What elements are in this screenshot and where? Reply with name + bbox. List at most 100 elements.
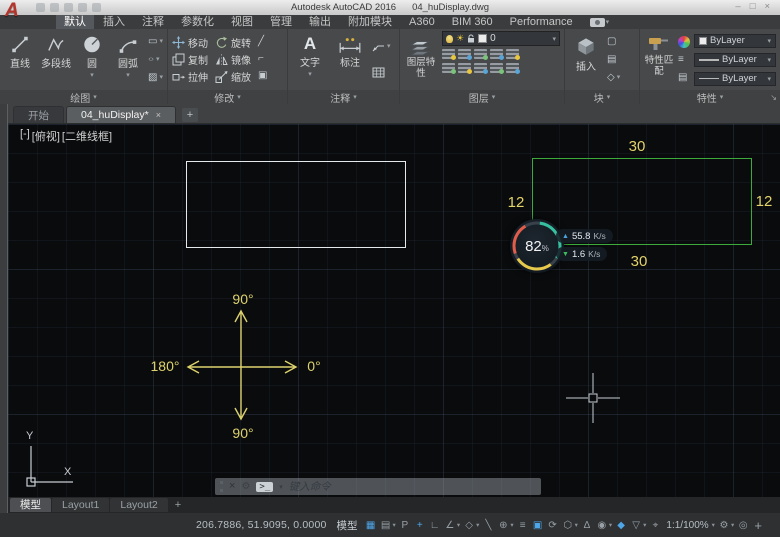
layer-tool-icon[interactable] [458,63,471,73]
file-tab-start[interactable]: 开始 [13,106,64,123]
file-tab-document[interactable]: 04_huDisplay* × [66,106,176,123]
table-icon[interactable] [372,66,391,79]
object-color-select[interactable]: ByLayer ▾ [694,34,776,48]
annotation-scale-button[interactable]: 1:1/100% [666,520,708,531]
angle-direction-cross[interactable] [170,300,315,435]
erase-icon[interactable]: ╱ [258,35,267,48]
tool-circle[interactable]: 圆 ▾ [76,31,108,88]
quick-access-toolbar[interactable] [36,3,101,12]
viewport-control-minus[interactable]: [-] [20,128,30,144]
panel-label-layers[interactable]: 图层▾ [400,90,564,104]
tool-move[interactable]: 移动 [172,35,208,50]
command-input[interactable]: 键入命令 [289,479,331,494]
block-attributes-icon[interactable]: ◇ ▾ [607,71,620,84]
edit-block-icon[interactable]: ▤ [607,53,620,66]
tool-line[interactable]: 直线 [4,31,36,88]
tool-text[interactable]: A 文字 ▾ [292,31,328,88]
minimize-icon[interactable]: – [735,1,740,12]
layer-tool-icon[interactable] [442,63,455,73]
ucs-icon[interactable]: Y X [22,430,86,492]
dynamic-input-icon[interactable]: + [413,516,427,534]
create-block-icon[interactable]: ▢ [607,35,620,48]
hatch-icon[interactable]: ▨ ▾ [148,71,163,84]
tab-output[interactable]: 输出 [301,15,339,29]
tab-model[interactable]: 模型 [10,498,51,512]
polar-tracking-icon[interactable]: ∠ [443,516,457,534]
layer-tool-icon[interactable] [474,63,487,73]
array-icon[interactable]: ▣ [258,69,267,82]
new-tab-button[interactable]: + [182,108,198,122]
maximize-icon[interactable]: □ [750,1,756,12]
tool-stretch[interactable]: 拉伸 [172,69,208,84]
fillet-icon[interactable]: ⌐ [258,52,267,65]
tool-layer-properties[interactable]: 图层特性 [404,31,438,88]
white-rectangle[interactable] [186,161,406,248]
object-snap-icon[interactable]: ⊕ [496,516,510,534]
angle-label-90-bottom[interactable]: 90° [223,425,263,441]
linetype-select[interactable]: ByLayer ▾ [694,72,776,86]
tool-insert-block[interactable]: 插入 [569,31,603,88]
viewport-control-visual-style[interactable]: [二维线框] [62,128,112,144]
wrench-icon[interactable]: ⚙ [241,481,250,492]
tab-annotate[interactable]: 注释 [134,15,172,29]
customize-icon[interactable]: + [751,516,765,534]
angle-label-0[interactable]: 0° [299,358,329,374]
panel-label-properties[interactable]: 特性▾ ↘ [640,90,780,104]
layer-tool-icon[interactable] [442,49,455,59]
osnap-tracking-icon[interactable]: ╲ [481,516,495,534]
rectangle-icon[interactable]: ▭ ▾ [148,35,163,48]
speed-gauge-widget[interactable]: 82% [510,219,564,273]
selection-cycling-icon[interactable]: ⟳ [546,516,560,534]
layer-tool-icon[interactable] [506,63,519,73]
viewport-control-view[interactable]: [俯视] [32,128,60,144]
lineweight-select[interactable]: ByLayer ▾ [694,53,776,67]
qat-icon[interactable] [50,3,59,12]
tab-layout1[interactable]: Layout1 [52,498,109,512]
angle-label-180[interactable]: 180° [144,358,186,374]
graphics-performance-icon[interactable]: ◆ [614,516,628,534]
drag-handle[interactable] [220,481,223,492]
panel-label-annotate[interactable]: 注释▾ [288,90,399,104]
layer-tool-icon[interactable] [474,49,487,59]
selection-filter-icon[interactable]: ▽ [629,516,643,534]
chevron-down-icon[interactable]: ▾ [279,483,283,491]
isolate-objects-icon[interactable]: ◎ [736,516,750,534]
lineweight-icon[interactable]: ≡ [516,516,530,534]
panel-label-modify[interactable]: 修改▾ [168,90,287,104]
performance-recorder-icon[interactable] [590,18,605,27]
tab-layout2[interactable]: Layout2 [110,498,167,512]
layer-tool-icon[interactable] [490,49,503,59]
dimension-label-right[interactable]: 12 [750,193,778,210]
transparency-icon[interactable]: ▣ [531,516,545,534]
angle-label-90-top[interactable]: 90° [223,291,263,307]
3d-object-snap-icon[interactable]: ⬡ [561,516,575,534]
tab-parametric[interactable]: 参数化 [173,15,222,29]
dimension-label-top[interactable]: 30 [615,138,659,155]
qat-icon[interactable] [64,3,73,12]
tool-scale[interactable]: 缩放 [215,69,251,84]
layer-select[interactable]: ☀ 0 ▾ [442,31,560,46]
chevron-down-icon[interactable]: ▾ [606,18,610,26]
panel-launcher-icon[interactable]: ↘ [770,93,777,102]
model-space-button[interactable]: 模型 [337,518,358,533]
linetype-list-icon[interactable]: ▤ [678,71,690,84]
tab-a360[interactable]: A360 [401,15,443,29]
tool-polyline[interactable]: 多段线 [40,31,72,88]
qat-icon[interactable] [36,3,45,12]
layer-tool-icon[interactable] [506,49,519,59]
leader-icon[interactable]: ▾ [372,40,391,53]
tool-arc[interactable]: 圆弧 ▾ [112,31,144,88]
close-icon[interactable]: × [229,481,235,492]
tab-insert[interactable]: 插入 [95,15,133,29]
tab-view[interactable]: 视图 [223,15,261,29]
color-wheel-icon[interactable] [678,35,690,48]
annotation-visibility-icon[interactable]: ◉ [595,516,609,534]
close-icon[interactable]: × [156,110,161,120]
dimension-label-bottom[interactable]: 30 [617,253,661,270]
qat-icon[interactable] [78,3,87,12]
lineweight-list-icon[interactable]: ≡ [678,53,690,66]
tool-match-properties[interactable]: 特性匹配 [644,31,674,88]
snap-mode-icon[interactable]: ▤ [379,516,393,534]
tab-manage[interactable]: 管理 [262,15,300,29]
tool-mirror[interactable]: 镜像 [215,52,251,67]
